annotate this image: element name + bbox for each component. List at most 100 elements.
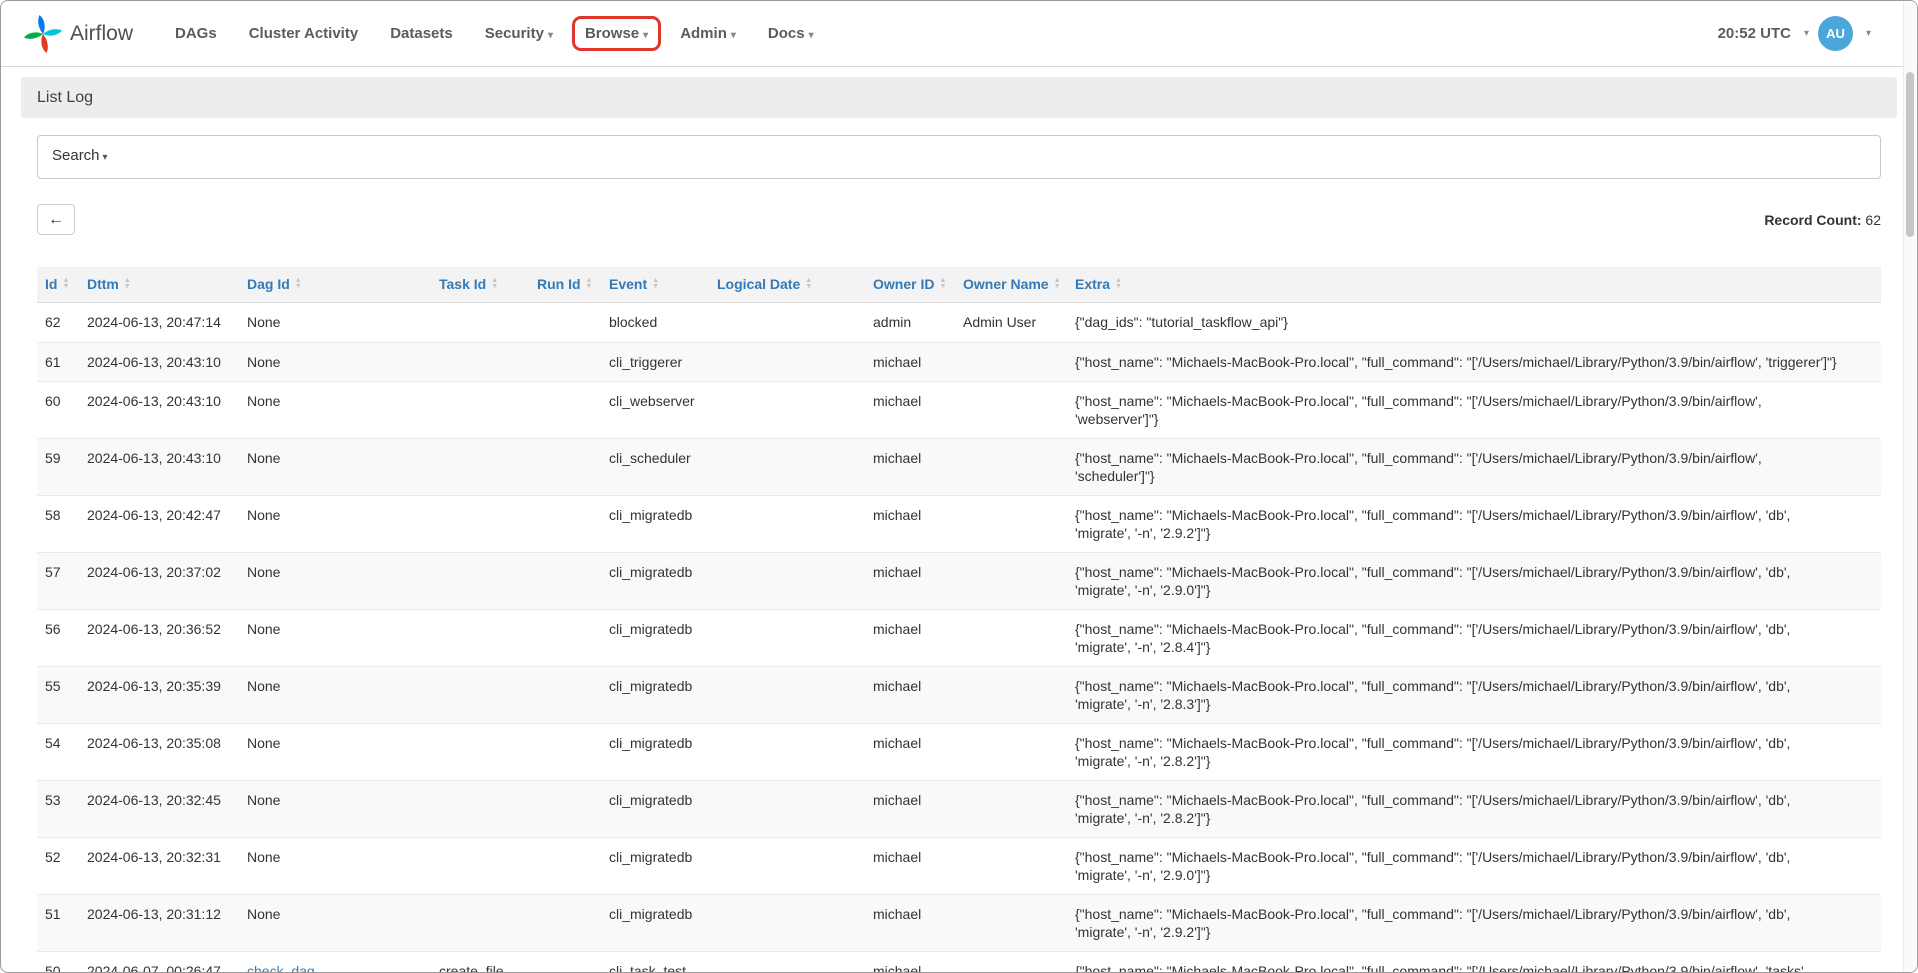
- table-row: 55 2024-06-13, 20:35:39 None cli_migrate…: [37, 667, 1881, 724]
- chevron-down-icon[interactable]: ▾: [1804, 28, 1809, 39]
- scrollbar-thumb[interactable]: [1906, 72, 1914, 237]
- cell-event: cli_migratedb: [601, 610, 709, 667]
- cell-dag-id: check_dag: [239, 952, 431, 973]
- cell-owner-name: [955, 724, 1067, 781]
- column-header-owner-name[interactable]: Owner Name▲▼: [955, 267, 1067, 303]
- cell-id: 60: [37, 382, 79, 439]
- cell-owner-id: michael: [865, 781, 955, 838]
- app-window: Airflow DAGs Cluster Activity Datasets S…: [0, 0, 1918, 973]
- column-header-logical-date[interactable]: Logical Date ▲▼: [709, 267, 865, 303]
- chevron-down-icon: ▾: [103, 152, 108, 163]
- scrollbar[interactable]: [1903, 2, 1916, 971]
- cell-logical-date: [709, 952, 865, 973]
- cell-extra: {"host_name": "Michaels-MacBook-Pro.loca…: [1067, 610, 1881, 667]
- cell-id: 51: [37, 895, 79, 952]
- cell-task-id: [431, 382, 529, 439]
- nav-item-label: Cluster Activity: [249, 25, 358, 42]
- cell-dag-id: None: [239, 553, 431, 610]
- cell-logical-date: [709, 382, 865, 439]
- navbar-right: 20:52 UTC ▾ AU ▾: [1718, 16, 1887, 51]
- cell-logical-date: [709, 610, 865, 667]
- cell-run-id: [529, 667, 601, 724]
- search-dropdown[interactable]: Search▾: [37, 135, 1881, 179]
- column-header-dttm[interactable]: Dttm ▲▼: [79, 267, 239, 303]
- cell-event: blocked: [601, 303, 709, 343]
- cell-event: cli_task_test: [601, 952, 709, 973]
- chevron-down-icon: ▾: [731, 30, 736, 41]
- table-row: 53 2024-06-13, 20:32:45 None cli_migrate…: [37, 781, 1881, 838]
- nav-menu: DAGs Cluster Activity Datasets Security▾…: [175, 25, 814, 42]
- table-row: 61 2024-06-13, 20:43:10 None cli_trigger…: [37, 342, 1881, 382]
- sort-icon: ▲▼: [1054, 278, 1061, 290]
- column-header-owner-id[interactable]: Owner ID▲▼: [865, 267, 955, 303]
- nav-item-admin[interactable]: Admin ▾: [680, 25, 736, 42]
- column-header-task-id[interactable]: Task Id▲▼: [431, 267, 529, 303]
- cell-id: 50: [37, 952, 79, 973]
- cell-task-id: [431, 610, 529, 667]
- nav-item-browse[interactable]: Browse▾: [585, 25, 648, 42]
- utc-clock[interactable]: 20:52 UTC: [1718, 25, 1791, 42]
- panel-body: Search▾ ← Record Count: 62 Id▲▼: [21, 135, 1897, 973]
- cell-extra: {"host_name": "Michaels-MacBook-Pro.loca…: [1067, 439, 1881, 496]
- nav-item-docs[interactable]: Docs▾: [768, 25, 814, 42]
- nav-item-dags[interactable]: DAGs: [175, 25, 217, 42]
- cell-extra: {"host_name": "Michaels-MacBook-Pro.loca…: [1067, 838, 1881, 895]
- cell-run-id: [529, 610, 601, 667]
- sort-icon: ▲▼: [805, 278, 812, 290]
- sort-desc-icon: ▼: [1054, 284, 1061, 290]
- cell-event: cli_webserver: [601, 382, 709, 439]
- chevron-down-icon: ▾: [548, 30, 553, 41]
- cell-owner-name: [955, 838, 1067, 895]
- cell-dag-id: None: [239, 895, 431, 952]
- nav-item-security[interactable]: Security▾: [485, 25, 553, 42]
- cell-owner-name: [955, 895, 1067, 952]
- column-header-dag-id[interactable]: Dag Id▲▼: [239, 267, 431, 303]
- nav-item-label: Admin: [680, 25, 727, 42]
- table-row: 51 2024-06-13, 20:31:12 None cli_migrate…: [37, 895, 1881, 952]
- cell-dttm: 2024-06-13, 20:43:10: [79, 439, 239, 496]
- cell-id: 57: [37, 553, 79, 610]
- column-label: Dttm: [87, 276, 119, 292]
- nav-item-cluster-activity[interactable]: Cluster Activity: [249, 25, 358, 42]
- column-label: Dag Id: [247, 276, 290, 292]
- nav-item-label: DAGs: [175, 25, 217, 42]
- column-header-run-id[interactable]: Run Id▲▼: [529, 267, 601, 303]
- cell-owner-id: michael: [865, 667, 955, 724]
- sort-icon: ▲▼: [1115, 278, 1122, 290]
- sort-icon: ▲▼: [652, 278, 659, 290]
- cell-task-id: [431, 496, 529, 553]
- chevron-down-icon[interactable]: ▾: [1866, 28, 1871, 39]
- column-header-extra[interactable]: Extra▲▼: [1067, 267, 1881, 303]
- cell-id: 61: [37, 342, 79, 382]
- cell-owner-id: michael: [865, 382, 955, 439]
- cell-task-id: [431, 439, 529, 496]
- cell-run-id: [529, 895, 601, 952]
- cell-owner-name: [955, 439, 1067, 496]
- cell-run-id: [529, 952, 601, 973]
- nav-item-label: Datasets: [390, 25, 453, 42]
- user-avatar[interactable]: AU: [1818, 16, 1853, 51]
- cell-extra: {"host_name": "Michaels-MacBook-Pro.loca…: [1067, 553, 1881, 610]
- cell-id: 62: [37, 303, 79, 343]
- cell-dttm: 2024-06-13, 20:42:47: [79, 496, 239, 553]
- dag-id-link[interactable]: check_dag: [247, 963, 315, 973]
- cell-dttm: 2024-06-07, 00:26:47: [79, 952, 239, 973]
- sort-desc-icon: ▼: [1115, 284, 1122, 290]
- column-header-id[interactable]: Id▲▼: [37, 267, 79, 303]
- table-row: 57 2024-06-13, 20:37:02 None cli_migrate…: [37, 553, 1881, 610]
- column-header-event[interactable]: Event▲▼: [601, 267, 709, 303]
- column-label: Logical Date: [717, 276, 800, 292]
- nav-item-datasets[interactable]: Datasets: [390, 25, 453, 42]
- back-button[interactable]: ←: [37, 204, 75, 235]
- table-header-row: Id▲▼ Dttm▲▼ Dag Id▲▼ Task Id▲▼ Run Id▲▼ …: [37, 267, 1881, 303]
- cell-event: cli_migratedb: [601, 553, 709, 610]
- back-arrow-icon: ←: [48, 211, 64, 229]
- airflow-brand[interactable]: Airflow: [23, 14, 133, 54]
- cell-id: 58: [37, 496, 79, 553]
- sort-icon: ▲▼: [124, 278, 131, 290]
- cell-task-id: create_file: [431, 952, 529, 973]
- cell-task-id: [431, 342, 529, 382]
- cell-owner-id: michael: [865, 496, 955, 553]
- cell-dttm: 2024-06-13, 20:47:14: [79, 303, 239, 343]
- sort-desc-icon: ▼: [62, 284, 69, 290]
